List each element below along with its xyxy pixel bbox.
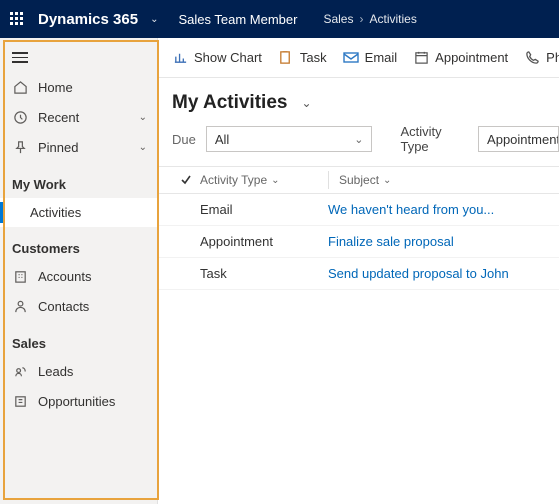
activity-type-label: Activity Type [400,124,464,154]
sidebar-item-opportunities[interactable]: Opportunities [0,387,157,417]
cmd-appointment[interactable]: Appointment [413,50,508,66]
page-title: My Activities [172,92,287,114]
column-header-activity-type[interactable]: Activity Type ⌄ [200,173,328,187]
cell-subject-link[interactable]: Send updated proposal to John [328,266,509,281]
table-row[interactable]: Appointment Finalize sale proposal [158,226,559,258]
breadcrumb: Sales › Activities [323,12,416,26]
column-label: Subject [339,173,379,187]
sidebar-item-label: Home [38,80,73,95]
sidebar-section-mywork: My Work [0,163,157,198]
sidebar-item-label: Contacts [38,299,89,314]
cell-subject-link[interactable]: Finalize sale proposal [328,234,454,249]
activity-type-filter-value: Appointment,C [487,132,559,147]
person-icon [12,299,28,315]
sidebar-item-pinned[interactable]: Pinned ⌄ [0,133,157,163]
cell-activity-type: Appointment [172,234,328,249]
cmd-label: Appointment [435,50,508,65]
home-icon [12,80,28,96]
cmd-label: Email [365,50,398,65]
sidebar-item-contacts[interactable]: Contacts [0,292,157,322]
phone-icon [524,50,540,66]
hamburger-button[interactable] [0,42,157,73]
cmd-phone-call[interactable]: Phone Call [524,50,559,66]
app-launcher-icon[interactable] [10,12,24,26]
chevron-down-icon[interactable]: ⌄ [139,112,147,123]
cell-activity-type: Email [172,202,328,217]
chevron-right-icon: › [359,12,363,26]
command-bar: Show Chart Task Email Appointment [158,38,559,78]
table-row[interactable]: Task Send updated proposal to John [158,258,559,290]
brand-chevron-icon[interactable]: ⌄ [150,14,158,25]
activity-type-filter-select[interactable]: Appointment,C [478,126,559,152]
sidebar-item-recent[interactable]: Recent ⌄ [0,103,157,133]
sidebar: Home Recent ⌄ Pinned ⌄ My Work Activitie… [0,38,158,504]
select-all-checkbox[interactable] [172,174,200,186]
chevron-down-icon[interactable]: ⌄ [139,142,147,153]
column-label: Activity Type [200,173,267,187]
global-navbar: Dynamics 365 ⌄ Sales Team Member Sales ›… [0,0,559,38]
cmd-label: Phone Call [546,50,559,65]
cmd-label: Show Chart [194,50,262,65]
sidebar-item-label: Activities [30,205,81,220]
sidebar-item-label: Accounts [38,269,91,284]
building-icon [12,269,28,285]
chevron-down-icon: ⌄ [354,133,363,146]
table-row[interactable]: Email We haven't heard from you... [158,194,559,226]
filter-row: Due All ⌄ Activity Type Appointment,C [158,124,559,166]
email-icon [343,50,359,66]
grid-header: Activity Type ⌄ Subject ⌄ [158,166,559,194]
sidebar-item-label: Leads [38,364,73,379]
due-label: Due [172,132,196,147]
cmd-label: Task [300,50,327,65]
cell-activity-type: Task [172,266,328,281]
chevron-down-icon: ⌄ [301,96,311,110]
cmd-email[interactable]: Email [343,50,398,66]
calendar-icon [413,50,429,66]
sidebar-item-label: Opportunities [38,394,115,409]
cmd-task[interactable]: Task [278,50,327,66]
column-header-subject[interactable]: Subject ⌄ [329,173,391,187]
sidebar-item-home[interactable]: Home [0,73,157,103]
opportunities-icon [12,394,28,410]
brand-title[interactable]: Dynamics 365 [38,11,138,28]
breadcrumb-current[interactable]: Activities [369,12,416,26]
chevron-down-icon: ⌄ [271,175,279,186]
sidebar-section-customers: Customers [0,227,157,262]
leads-icon [12,364,28,380]
sidebar-item-activities[interactable]: Activities [0,198,157,227]
task-icon [278,50,294,66]
sidebar-item-leads[interactable]: Leads [0,357,157,387]
cell-subject-link[interactable]: We haven't heard from you... [328,202,494,217]
chart-icon [172,50,188,66]
sidebar-item-accounts[interactable]: Accounts [0,262,157,292]
clock-icon [12,110,28,126]
cmd-show-chart[interactable]: Show Chart [172,50,262,66]
due-filter-value: All [215,132,229,147]
sidebar-item-label: Pinned [38,140,78,155]
due-filter-select[interactable]: All ⌄ [206,126,373,152]
chevron-down-icon: ⌄ [383,175,391,186]
pin-icon [12,140,28,156]
sidebar-section-sales: Sales [0,322,157,357]
sidebar-item-label: Recent [38,110,79,125]
main-content: Show Chart Task Email Appointment [158,38,559,504]
view-selector[interactable]: My Activities ⌄ [158,78,559,124]
breadcrumb-root[interactable]: Sales [323,12,353,26]
app-name[interactable]: Sales Team Member [178,12,297,27]
